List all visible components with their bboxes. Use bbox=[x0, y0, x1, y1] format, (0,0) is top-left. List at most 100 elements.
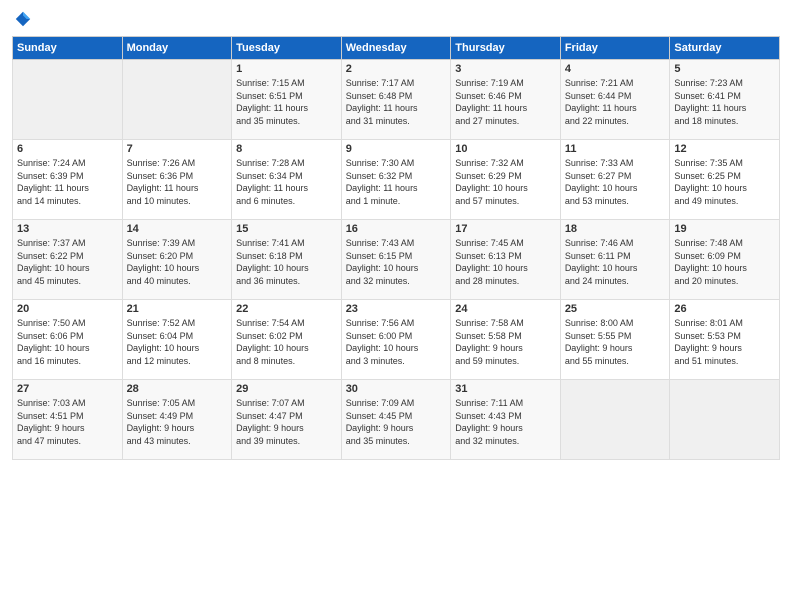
day-number: 29 bbox=[236, 383, 337, 395]
calendar-cell: 24Sunrise: 7:58 AM Sunset: 5:58 PM Dayli… bbox=[451, 300, 561, 380]
calendar-cell: 5 Sunrise: 7:23 AM Sunset: 6:41 PM Daylig… bbox=[670, 60, 780, 140]
day-info: Sunrise: 7:45 AM Sunset: 6:13 PM Dayligh… bbox=[455, 237, 556, 287]
calendar-cell: 26 Sunrise: 8:01 AM Sunset: 5:53 PM Dayli… bbox=[670, 300, 780, 380]
day-header-friday: Friday bbox=[560, 37, 670, 60]
day-number: 21 bbox=[127, 303, 228, 315]
calendar-cell: 15 Sunrise: 7:41 AM Sunset: 6:18 PM Dayli… bbox=[232, 220, 342, 300]
calendar-cell: 11 Sunrise: 7:33 AM Sunset: 6:27 PM Dayli… bbox=[560, 140, 670, 220]
day-number: 7 bbox=[127, 143, 228, 155]
header-row: SundayMondayTuesdayWednesdayThursdayFrid… bbox=[13, 37, 780, 60]
calendar-cell bbox=[122, 60, 232, 140]
day-header-thursday: Thursday bbox=[451, 37, 561, 60]
day-number: 27 bbox=[17, 383, 118, 395]
day-number: 5 bbox=[674, 63, 775, 75]
day-number: 18 bbox=[565, 223, 666, 235]
day-number: 28 bbox=[127, 383, 228, 395]
day-info: Sunrise: 7:11 AM Sunset: 4:43 PM Dayligh… bbox=[455, 397, 556, 447]
day-info: Sunrise: 7:19 AM Sunset: 6:46 PM Dayligh… bbox=[455, 77, 556, 127]
calendar-cell bbox=[670, 380, 780, 460]
calendar-cell: 1Sunrise: 7:15 AM Sunset: 6:51 PM Daylig… bbox=[232, 60, 342, 140]
day-number: 14 bbox=[127, 223, 228, 235]
day-info: Sunrise: 7:43 AM Sunset: 6:15 PM Dayligh… bbox=[346, 237, 447, 287]
page-header bbox=[12, 10, 780, 28]
day-header-tuesday: Tuesday bbox=[232, 37, 342, 60]
calendar-cell: 30 Sunrise: 7:09 AM Sunset: 4:45 PM Dayli… bbox=[341, 380, 451, 460]
calendar-cell: 10 Sunrise: 7:32 AM Sunset: 6:29 PM Dayli… bbox=[451, 140, 561, 220]
day-number: 16 bbox=[346, 223, 447, 235]
day-number: 30 bbox=[346, 383, 447, 395]
calendar-cell: 16 Sunrise: 7:43 AM Sunset: 6:15 PM Dayli… bbox=[341, 220, 451, 300]
day-number: 15 bbox=[236, 223, 337, 235]
day-number: 17 bbox=[455, 223, 556, 235]
calendar-cell bbox=[13, 60, 123, 140]
week-row-5: 27 Sunrise: 7:03 AM Sunset: 4:51 PM Dayli… bbox=[13, 380, 780, 460]
day-number: 12 bbox=[674, 143, 775, 155]
calendar-cell: 25Sunrise: 8:00 AM Sunset: 5:55 PM Dayli… bbox=[560, 300, 670, 380]
day-info: Sunrise: 7:39 AM Sunset: 6:20 PM Dayligh… bbox=[127, 237, 228, 287]
calendar-cell: 31 Sunrise: 7:11 AM Sunset: 4:43 PM Dayli… bbox=[451, 380, 561, 460]
day-number: 23 bbox=[346, 303, 447, 315]
calendar-cell: 3 Sunrise: 7:19 AM Sunset: 6:46 PM Daylig… bbox=[451, 60, 561, 140]
day-number: 3 bbox=[455, 63, 556, 75]
calendar-cell: 8 Sunrise: 7:28 AM Sunset: 6:34 PM Daylig… bbox=[232, 140, 342, 220]
calendar-cell: 9Sunrise: 7:30 AM Sunset: 6:32 PM Daylig… bbox=[341, 140, 451, 220]
day-number: 13 bbox=[17, 223, 118, 235]
day-number: 31 bbox=[455, 383, 556, 395]
day-number: 26 bbox=[674, 303, 775, 315]
calendar-cell: 28 Sunrise: 7:05 AM Sunset: 4:49 PM Dayli… bbox=[122, 380, 232, 460]
day-info: Sunrise: 7:32 AM Sunset: 6:29 PM Dayligh… bbox=[455, 157, 556, 207]
day-number: 2 bbox=[346, 63, 447, 75]
day-number: 19 bbox=[674, 223, 775, 235]
day-header-sunday: Sunday bbox=[13, 37, 123, 60]
day-info: Sunrise: 8:01 AM Sunset: 5:53 PM Dayligh… bbox=[674, 317, 775, 367]
day-number: 4 bbox=[565, 63, 666, 75]
day-info: Sunrise: 7:05 AM Sunset: 4:49 PM Dayligh… bbox=[127, 397, 228, 447]
calendar-cell: 6Sunrise: 7:24 AM Sunset: 6:39 PM Daylig… bbox=[13, 140, 123, 220]
calendar-cell: 21Sunrise: 7:52 AM Sunset: 6:04 PM Dayli… bbox=[122, 300, 232, 380]
calendar-table: SundayMondayTuesdayWednesdayThursdayFrid… bbox=[12, 36, 780, 460]
calendar-cell: 13Sunrise: 7:37 AM Sunset: 6:22 PM Dayli… bbox=[13, 220, 123, 300]
page-container: SundayMondayTuesdayWednesdayThursdayFrid… bbox=[0, 0, 792, 468]
week-row-1: 1Sunrise: 7:15 AM Sunset: 6:51 PM Daylig… bbox=[13, 60, 780, 140]
calendar-cell: 22 Sunrise: 7:54 AM Sunset: 6:02 PM Dayli… bbox=[232, 300, 342, 380]
day-info: Sunrise: 7:21 AM Sunset: 6:44 PM Dayligh… bbox=[565, 77, 666, 127]
calendar-cell: 18Sunrise: 7:46 AM Sunset: 6:11 PM Dayli… bbox=[560, 220, 670, 300]
day-info: Sunrise: 7:26 AM Sunset: 6:36 PM Dayligh… bbox=[127, 157, 228, 207]
calendar-cell bbox=[560, 380, 670, 460]
day-info: Sunrise: 7:50 AM Sunset: 6:06 PM Dayligh… bbox=[17, 317, 118, 367]
day-header-wednesday: Wednesday bbox=[341, 37, 451, 60]
calendar-cell: 29 Sunrise: 7:07 AM Sunset: 4:47 PM Dayli… bbox=[232, 380, 342, 460]
day-info: Sunrise: 7:35 AM Sunset: 6:25 PM Dayligh… bbox=[674, 157, 775, 207]
day-info: Sunrise: 7:24 AM Sunset: 6:39 PM Dayligh… bbox=[17, 157, 118, 207]
day-number: 24 bbox=[455, 303, 556, 315]
day-info: Sunrise: 7:03 AM Sunset: 4:51 PM Dayligh… bbox=[17, 397, 118, 447]
day-header-saturday: Saturday bbox=[670, 37, 780, 60]
day-info: Sunrise: 7:28 AM Sunset: 6:34 PM Dayligh… bbox=[236, 157, 337, 207]
calendar-cell: 4 Sunrise: 7:21 AM Sunset: 6:44 PM Daylig… bbox=[560, 60, 670, 140]
week-row-4: 20 Sunrise: 7:50 AM Sunset: 6:06 PM Dayli… bbox=[13, 300, 780, 380]
day-info: Sunrise: 7:23 AM Sunset: 6:41 PM Dayligh… bbox=[674, 77, 775, 127]
week-row-2: 6Sunrise: 7:24 AM Sunset: 6:39 PM Daylig… bbox=[13, 140, 780, 220]
day-number: 11 bbox=[565, 143, 666, 155]
day-info: Sunrise: 7:54 AM Sunset: 6:02 PM Dayligh… bbox=[236, 317, 337, 367]
day-info: Sunrise: 7:09 AM Sunset: 4:45 PM Dayligh… bbox=[346, 397, 447, 447]
day-info: Sunrise: 7:15 AM Sunset: 6:51 PM Dayligh… bbox=[236, 77, 337, 127]
calendar-cell: 14 Sunrise: 7:39 AM Sunset: 6:20 PM Dayli… bbox=[122, 220, 232, 300]
logo-icon bbox=[14, 10, 32, 28]
calendar-cell: 23Sunrise: 7:56 AM Sunset: 6:00 PM Dayli… bbox=[341, 300, 451, 380]
day-number: 8 bbox=[236, 143, 337, 155]
day-info: Sunrise: 7:07 AM Sunset: 4:47 PM Dayligh… bbox=[236, 397, 337, 447]
day-info: Sunrise: 7:17 AM Sunset: 6:48 PM Dayligh… bbox=[346, 77, 447, 127]
day-header-monday: Monday bbox=[122, 37, 232, 60]
logo bbox=[12, 10, 32, 28]
calendar-cell: 2 Sunrise: 7:17 AM Sunset: 6:48 PM Daylig… bbox=[341, 60, 451, 140]
day-info: Sunrise: 7:41 AM Sunset: 6:18 PM Dayligh… bbox=[236, 237, 337, 287]
calendar-cell: 27 Sunrise: 7:03 AM Sunset: 4:51 PM Dayli… bbox=[13, 380, 123, 460]
day-number: 10 bbox=[455, 143, 556, 155]
day-info: Sunrise: 7:33 AM Sunset: 6:27 PM Dayligh… bbox=[565, 157, 666, 207]
day-number: 22 bbox=[236, 303, 337, 315]
day-number: 20 bbox=[17, 303, 118, 315]
calendar-cell: 12 Sunrise: 7:35 AM Sunset: 6:25 PM Dayli… bbox=[670, 140, 780, 220]
day-number: 9 bbox=[346, 143, 447, 155]
week-row-3: 13Sunrise: 7:37 AM Sunset: 6:22 PM Dayli… bbox=[13, 220, 780, 300]
